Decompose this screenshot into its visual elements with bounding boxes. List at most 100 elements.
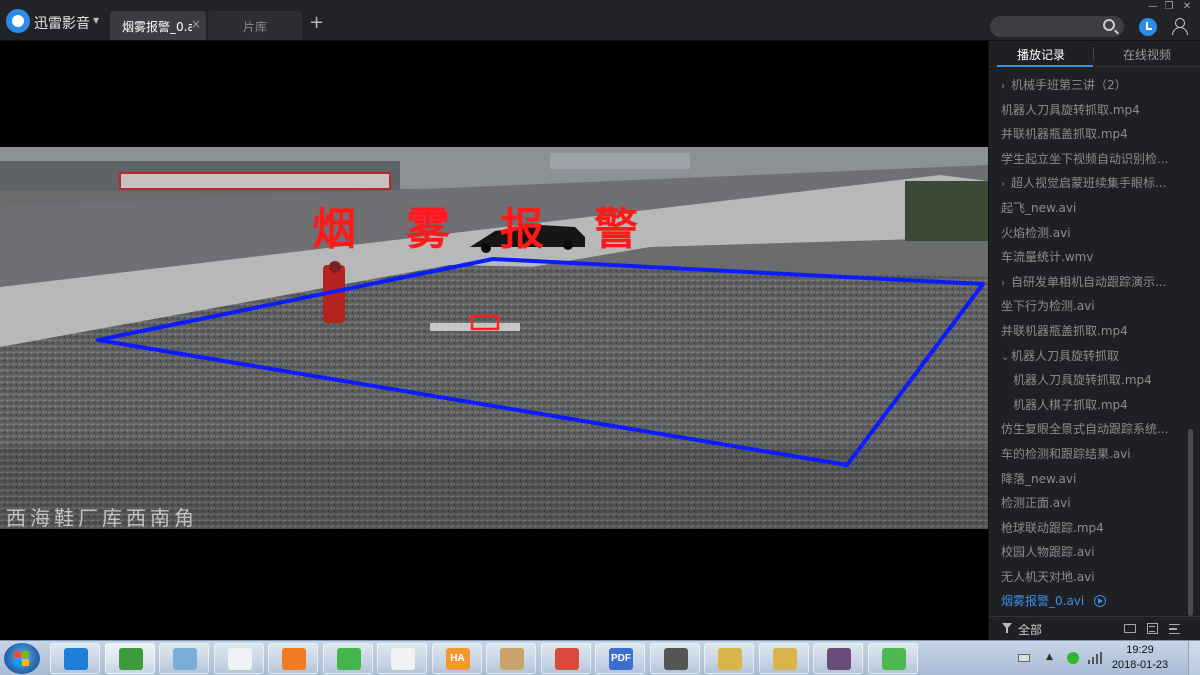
chevron-down-icon[interactable]: ⌄ (1001, 346, 1011, 369)
taskbar-pdf-reader-button[interactable]: PDF (595, 643, 645, 674)
playlist-item[interactable]: 火焰检测.avi (989, 221, 1187, 246)
sidebar-tab-bar: 播放记录 在线视频 (989, 41, 1200, 67)
playlist-item-label: 起飞_new.avi (1001, 200, 1077, 215)
open-folder-icon[interactable] (1124, 624, 1136, 633)
tab-close-icon[interactable]: × (191, 17, 201, 31)
playlist-item[interactable]: 烟雾报警_0.avi (989, 589, 1187, 614)
taskbar-paint-button[interactable] (486, 643, 536, 674)
playlist-folder[interactable]: ⌄ 机器人刀具旋转抓取 (989, 344, 1187, 369)
playlist-item[interactable]: 并联机器瓶盖抓取.mp4 (989, 319, 1187, 344)
user-account-icon[interactable] (1170, 17, 1188, 35)
start-button[interactable] (4, 643, 40, 674)
filter-label[interactable]: 全部 (1018, 621, 1042, 638)
excel-document-icon (118, 648, 143, 670)
windows-logo-icon (22, 659, 29, 666)
playlist-item-label: 校园人物跟踪.avi (1001, 545, 1095, 560)
paint-icon (500, 648, 524, 670)
ha-app-icon: HA (445, 648, 470, 670)
playlist-item[interactable]: 起飞_new.avi (989, 196, 1187, 221)
video-player[interactable]: 烟雾报警 西海鞋厂库西南角 (0, 41, 988, 640)
playlist-item[interactable]: 机器人刀具旋转抓取.mp4 (989, 98, 1187, 123)
playlist-item-label: 坐下行为检测.avi (1001, 299, 1095, 314)
tool-app-1-icon (718, 648, 742, 670)
tab-play-history[interactable]: 播放记录 (989, 46, 1093, 63)
playlist-scrollbar[interactable] (1188, 71, 1194, 616)
playlist-item[interactable]: 校园人物跟踪.avi (989, 540, 1187, 565)
sort-icon[interactable] (1169, 624, 1180, 634)
playlist-folder[interactable]: › 机械手班第三讲（2） (989, 73, 1187, 98)
playlist-item[interactable]: 机器人刀具旋转抓取.mp4 (989, 368, 1187, 393)
scrollbar-thumb[interactable] (1188, 429, 1193, 616)
now-playing-icon[interactable] (1094, 595, 1107, 608)
tray-monitor-icon[interactable] (1018, 654, 1030, 662)
taskbar-user-avatar-app-button[interactable] (813, 643, 863, 674)
video-frame[interactable]: 烟雾报警 西海鞋厂库西南角 (0, 147, 988, 529)
playlist-item-label: 车流量统计.wmv (1001, 250, 1094, 265)
sidebar-footer: 全部 (989, 616, 1200, 640)
network-signal-icon[interactable] (1088, 652, 1102, 664)
list-view-icon[interactable] (1147, 623, 1158, 634)
playlist-item[interactable]: 并联机器瓶盖抓取.mp4 (989, 122, 1187, 147)
playlist-item-label: 自研发单相机自动跟踪演示... (1011, 274, 1167, 289)
taskbar-internet-explorer-button[interactable] (50, 643, 100, 674)
maximize-button[interactable]: ❐ (1162, 1, 1176, 13)
show-desktop-button[interactable] (1188, 641, 1200, 675)
tab-video-file[interactable]: 烟雾报警_0.a × (110, 11, 206, 40)
new-tab-button[interactable]: + (309, 12, 324, 33)
system-clock[interactable]: 19:29 2018-01-23 (1110, 643, 1170, 673)
tray-expand-icon[interactable]: ▲ (1046, 652, 1053, 662)
taskbar-blank-document-2-button[interactable] (377, 643, 427, 674)
playlist-item[interactable]: 坐下行为检测.avi (989, 294, 1187, 319)
windows-logo-icon (14, 659, 21, 666)
app-logo-icon[interactable] (6, 9, 30, 33)
taskbar-excel-document-button[interactable] (104, 643, 155, 674)
taskbar-notepad-button[interactable] (159, 643, 209, 674)
minimize-button[interactable]: — (1146, 1, 1160, 13)
chevron-right-icon[interactable]: › (1001, 75, 1011, 98)
tab-divider (1093, 47, 1094, 61)
playlist-item[interactable]: 检测正面.avi (989, 491, 1187, 516)
history-clock-icon[interactable] (1139, 18, 1157, 36)
playlist-item-label: 机械手班第三讲（2） (1011, 78, 1127, 92)
playlist-item-label: 无人机天对地.avi (1001, 569, 1095, 584)
taskbar-ha-app-button[interactable]: HA (431, 643, 482, 674)
taskbar-video-camera-button[interactable] (649, 643, 700, 674)
taskbar-media-app-button[interactable] (540, 643, 591, 674)
playlist-item[interactable]: 车流量统计.wmv (989, 245, 1187, 270)
taskbar-tool-app-2-button[interactable] (758, 643, 809, 674)
search-icon[interactable] (1103, 19, 1115, 31)
playlist-item[interactable]: 无人机天对地.avi (989, 565, 1187, 590)
playlist-item-label: 枪球联动跟踪.mp4 (1001, 520, 1104, 535)
taskbar-tool-app-1-button[interactable] (704, 643, 754, 674)
playlist-folder[interactable]: › 自研发单相机自动跟踪演示... (989, 270, 1187, 295)
taskbar-clover-app-button[interactable] (867, 643, 918, 674)
playlist-item[interactable]: 降落_new.avi (989, 467, 1187, 492)
tab-library[interactable]: 片库 (208, 11, 302, 40)
playlist-item-label: 超人视觉启蒙班续集手眼标... (1011, 176, 1167, 191)
playlist-folder[interactable]: › 超人视觉启蒙班续集手眼标... (989, 171, 1187, 196)
playlist-item[interactable]: 仿生复眼全景式自动跟踪系统... (989, 417, 1187, 442)
360-browser-icon (336, 648, 361, 670)
chevron-right-icon[interactable]: › (1001, 272, 1011, 295)
taskbar-wps-presentation-button[interactable] (268, 643, 318, 674)
playlist-item-label: 学生起立坐下视频自动识别检... (1001, 151, 1169, 166)
camera-location-caption: 西海鞋厂库西南角 (6, 506, 198, 529)
playlist-item[interactable]: 车的检测和跟踪结果.avi (989, 442, 1187, 467)
filter-icon[interactable] (1002, 623, 1012, 634)
blank-document-icon (227, 648, 252, 670)
playlist-sidebar: 播放记录 在线视频 › 机械手班第三讲（2） 机器人刀具旋转抓取.mp4 并联机器瓶盖… (988, 41, 1200, 640)
app-name[interactable]: 迅雷影音 (34, 13, 90, 33)
taskbar-blank-document-button[interactable] (213, 643, 264, 674)
tray-status-icon[interactable] (1067, 652, 1079, 664)
playlist-item[interactable]: 枪球联动跟踪.mp4 (989, 516, 1187, 541)
playlist-item-label: 机器人刀具旋转抓取.mp4 (1001, 102, 1140, 117)
playlist-item[interactable]: 学生起立坐下视频自动识别检... (989, 147, 1187, 172)
taskbar-360-browser-button[interactable] (322, 643, 373, 674)
tab-online-video[interactable]: 在线视频 (1095, 46, 1199, 63)
close-window-button[interactable]: ✕ (1180, 1, 1194, 13)
playlist-item[interactable]: 机器人棋子抓取.mp4 (989, 393, 1187, 418)
app-menu-caret-icon[interactable]: ▼ (93, 16, 99, 25)
playlist-item-label: 车的检测和跟踪结果.avi (1001, 446, 1131, 461)
chevron-right-icon[interactable]: › (1001, 173, 1011, 196)
playlist-item-label: 机器人刀具旋转抓取.mp4 (1013, 373, 1152, 388)
